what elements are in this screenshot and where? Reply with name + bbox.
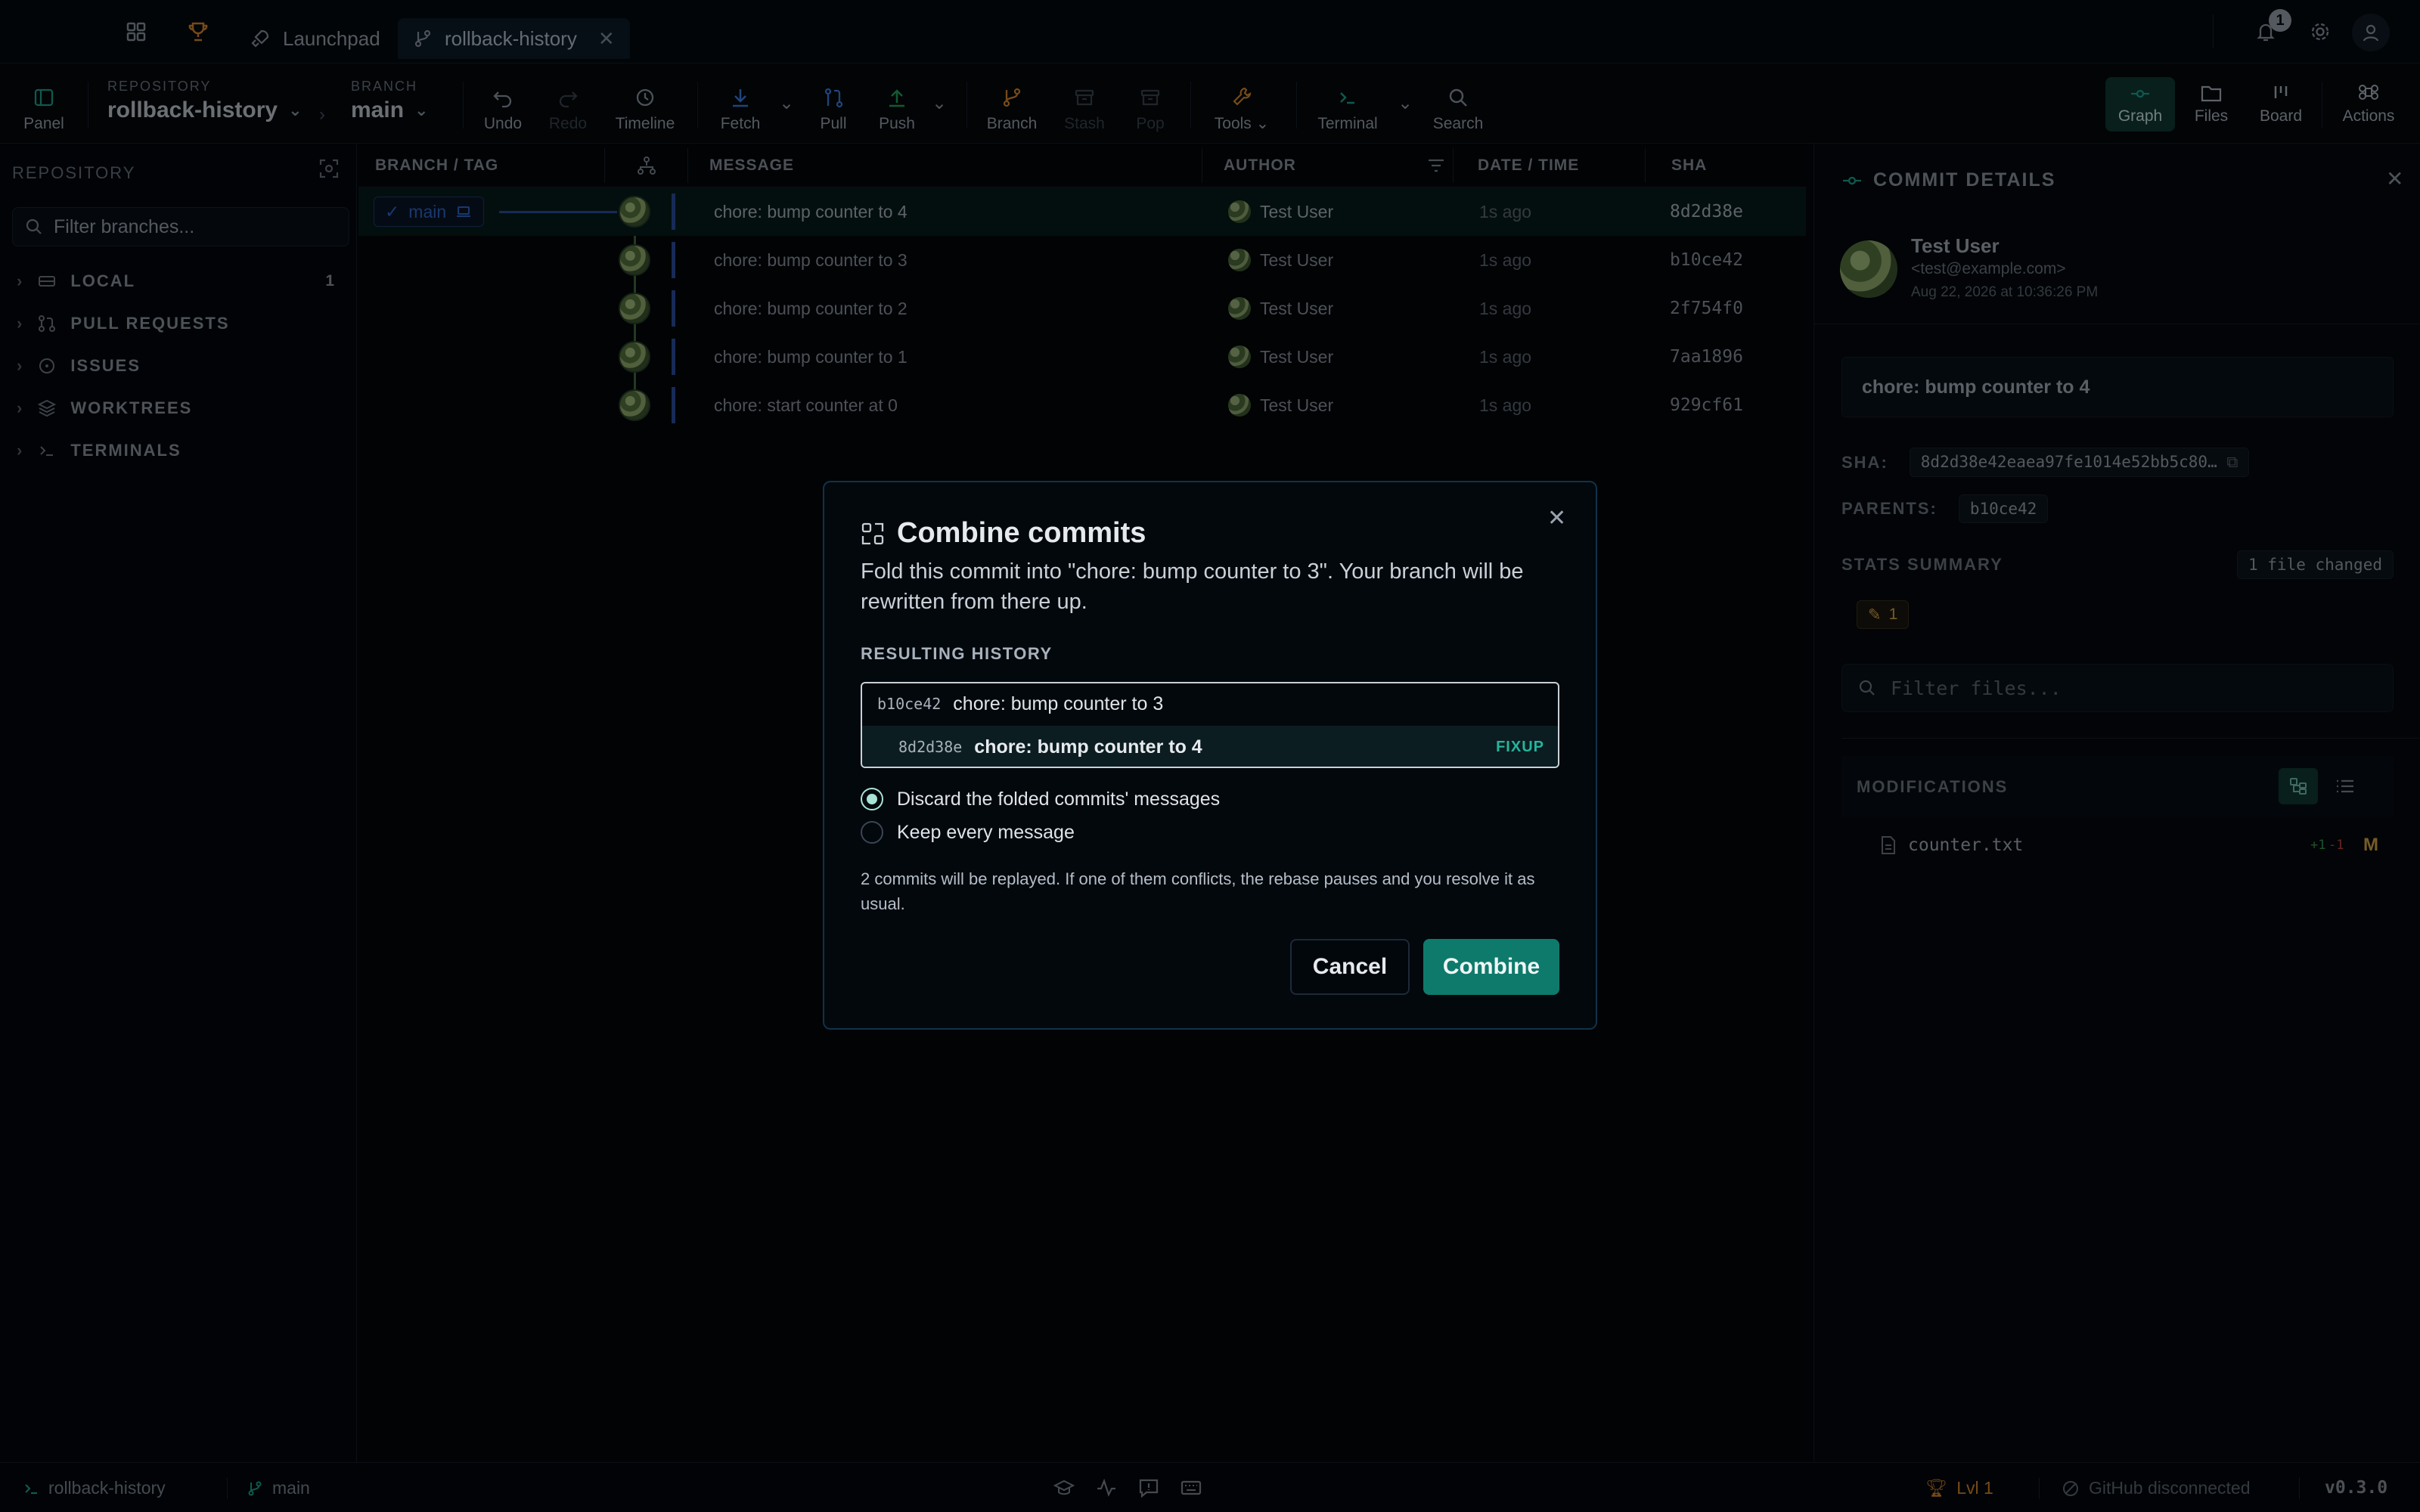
option-keep-messages[interactable]: Keep every message	[861, 821, 1075, 844]
history-sha: b10ce42	[877, 695, 942, 713]
history-message: chore: bump counter to 4	[974, 736, 1202, 758]
dialog-description: Fold this commit into "chore: bump count…	[861, 559, 1524, 614]
radio-keep[interactable]	[861, 821, 883, 844]
combine-commits-dialog: Combine commits ✕ Fold this commit into …	[823, 481, 1597, 1030]
radio-discard[interactable]	[861, 788, 883, 810]
history-sha: 8d2d38e	[898, 738, 963, 756]
history-item: b10ce42 chore: bump counter to 3	[862, 683, 1558, 724]
option-discard-messages[interactable]: Discard the folded commits' messages	[861, 788, 1220, 810]
cancel-button[interactable]: Cancel	[1290, 939, 1410, 995]
combine-button[interactable]: Combine	[1423, 939, 1559, 995]
history-message: chore: bump counter to 3	[953, 692, 1164, 714]
close-icon[interactable]: ✕	[1547, 505, 1566, 531]
dialog-title: Combine commits	[897, 517, 1146, 549]
history-label: RESULTING HISTORY	[861, 644, 1053, 663]
fixup-badge: FIXUP	[1496, 738, 1544, 755]
resulting-history-list: b10ce42 chore: bump counter to 3 8d2d38e…	[861, 682, 1559, 768]
replay-note: 2 commits will be replayed. If one of th…	[861, 869, 1535, 913]
merge-squares-icon	[861, 522, 884, 544]
history-item-fixup: 8d2d38e chore: bump counter to 4 FIXUP	[862, 726, 1558, 767]
